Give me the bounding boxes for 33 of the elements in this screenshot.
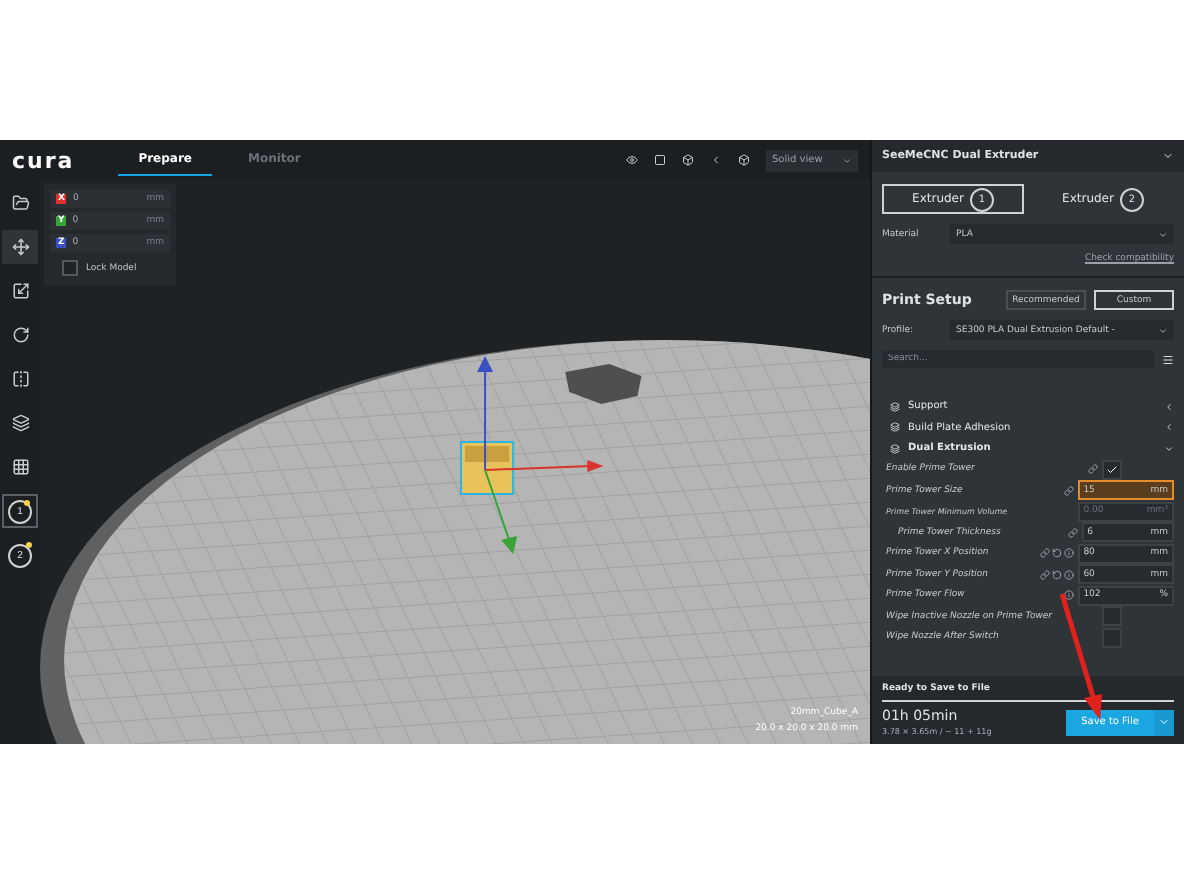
save-options-button[interactable]	[1154, 709, 1174, 735]
cura-logo: cura	[12, 147, 75, 173]
category-icon	[890, 422, 900, 433]
setting-checkbox[interactable]	[1102, 459, 1122, 480]
category-icon	[890, 401, 900, 412]
layers-icon	[11, 414, 29, 432]
move-tool-button[interactable]	[2, 230, 38, 264]
rotate-icon	[11, 326, 29, 344]
view-right-icon[interactable]	[738, 154, 750, 166]
view-3d-icon[interactable]	[626, 154, 638, 166]
view-left-icon[interactable]	[710, 154, 722, 166]
scale-icon	[11, 282, 29, 300]
setting-checkbox[interactable]	[1102, 606, 1122, 627]
check-icon	[1106, 463, 1118, 476]
view-front-icon[interactable]	[654, 154, 666, 166]
chevron-icon[interactable]	[1162, 150, 1174, 162]
chevron-down-icon	[1158, 325, 1168, 335]
reset-icon[interactable]	[1051, 569, 1062, 580]
category-icon	[890, 443, 900, 454]
grid-icon	[11, 458, 29, 476]
chevron-down-icon	[1158, 716, 1170, 728]
move-icon	[11, 238, 29, 256]
chevron-down-icon	[842, 155, 852, 165]
chevron-down-icon	[1164, 443, 1174, 454]
setting-checkbox[interactable]	[1102, 627, 1122, 648]
chevron-down-icon	[1158, 229, 1168, 239]
cube-model-drawing	[460, 441, 515, 495]
mirror-icon	[11, 370, 29, 388]
reset-icon[interactable]	[1051, 548, 1062, 559]
annotation-arrow	[1059, 593, 1102, 720]
menu-icon[interactable]	[1162, 353, 1174, 365]
view-top-icon[interactable]	[682, 154, 694, 166]
folder-icon	[11, 194, 29, 212]
